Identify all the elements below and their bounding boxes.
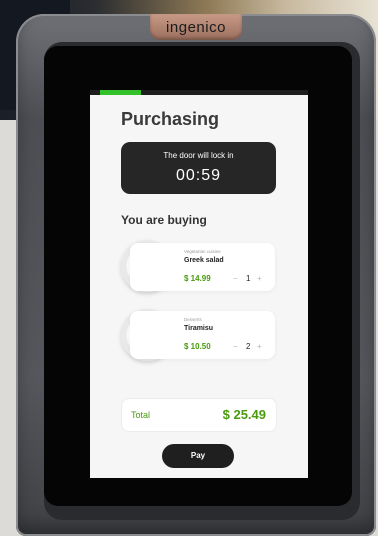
- decrease-quantity-button[interactable]: −: [233, 342, 238, 351]
- pay-button[interactable]: Pay: [162, 444, 234, 468]
- progress-bar: [90, 90, 308, 95]
- cart-item-tiramisu: Desserts Tiramisu $ 10.50 − 2 +: [130, 311, 275, 359]
- item-category: Vegetarian cuisine: [184, 249, 221, 254]
- lock-message: The door will lock in: [163, 151, 234, 160]
- total-label: Total: [131, 410, 151, 420]
- total-value: $ 25.49: [222, 407, 266, 422]
- item-category: Desserts: [184, 317, 202, 322]
- decrease-quantity-button[interactable]: −: [233, 274, 238, 283]
- brand-logo: ingenico: [150, 14, 242, 40]
- increase-quantity-button[interactable]: +: [257, 274, 262, 283]
- door-lock-countdown: The door will lock in 00:59: [121, 142, 276, 194]
- item-quantity: 1: [246, 274, 251, 283]
- lock-timer: 00:59: [175, 167, 222, 184]
- cart-item-greek-salad: Vegetarian cuisine Greek salad $ 14.99 −…: [130, 243, 275, 291]
- page-title: Purchasing: [121, 109, 220, 129]
- item-price: $ 10.50: [184, 342, 211, 351]
- item-quantity: 2: [246, 342, 251, 351]
- item-name: Tiramisu: [184, 325, 214, 332]
- order-total: Total $ 25.49: [121, 398, 277, 432]
- increase-quantity-button[interactable]: +: [257, 342, 262, 351]
- progress-fill: [100, 90, 142, 95]
- section-title: You are buying: [121, 213, 207, 227]
- item-name: Greek salad: [184, 257, 224, 264]
- item-price: $ 14.99: [184, 274, 211, 283]
- kiosk-screen: Purchasing The door will lock in 00:59 Y…: [90, 90, 308, 478]
